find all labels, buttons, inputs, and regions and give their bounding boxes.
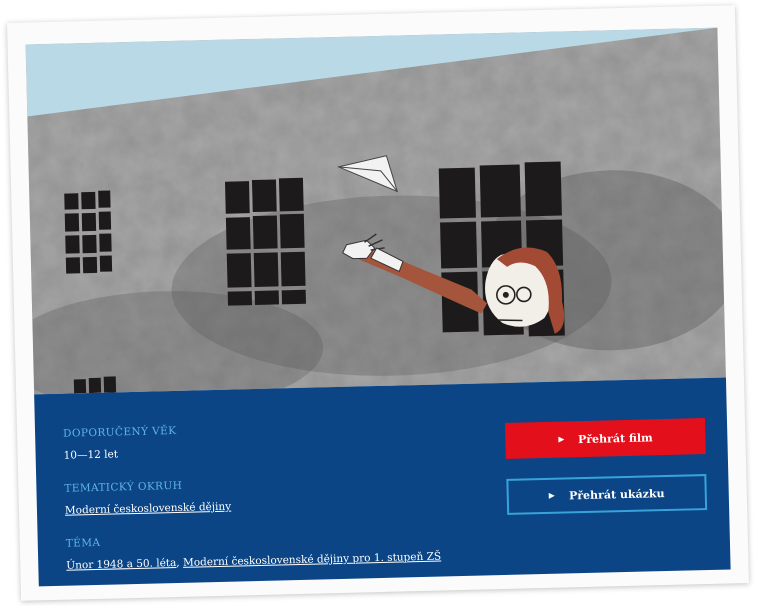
play-film-label: Přehrát film [577,430,653,446]
play-film-button[interactable]: Přehrát film [504,418,706,459]
theme-link-modern-history-zs[interactable]: Moderní československé dějiny pro 1. stu… [183,551,441,569]
play-icon [557,436,565,443]
theme-separator: , [176,556,180,570]
age-value: 10—12 let [63,448,119,462]
play-icon [548,492,556,499]
topic-label: TEMATICKÝ OKRUH [64,479,183,495]
age-label: DOPORUČENÝ VĚK [62,424,177,440]
play-sample-label: Přehrát ukázku [568,486,665,502]
film-info-panel: DOPORUČENÝ VĚK 10—12 let TEMATICKÝ OKRUH… [34,377,731,587]
film-card: DOPORUČENÝ VĚK 10—12 let TEMATICKÝ OKRUH… [7,5,749,601]
play-sample-button[interactable]: Přehrát ukázku [506,474,708,515]
topic-link[interactable]: Moderní československé dějiny [65,501,231,517]
theme-link-feb-1948[interactable]: Únor 1948 a 50. léta [66,557,176,572]
film-illustration [25,27,726,395]
building-scene-image [25,27,726,395]
theme-links: Únor 1948 a 50. léta, Moderní českoslove… [66,551,441,572]
theme-label: TÉMA [65,536,101,550]
